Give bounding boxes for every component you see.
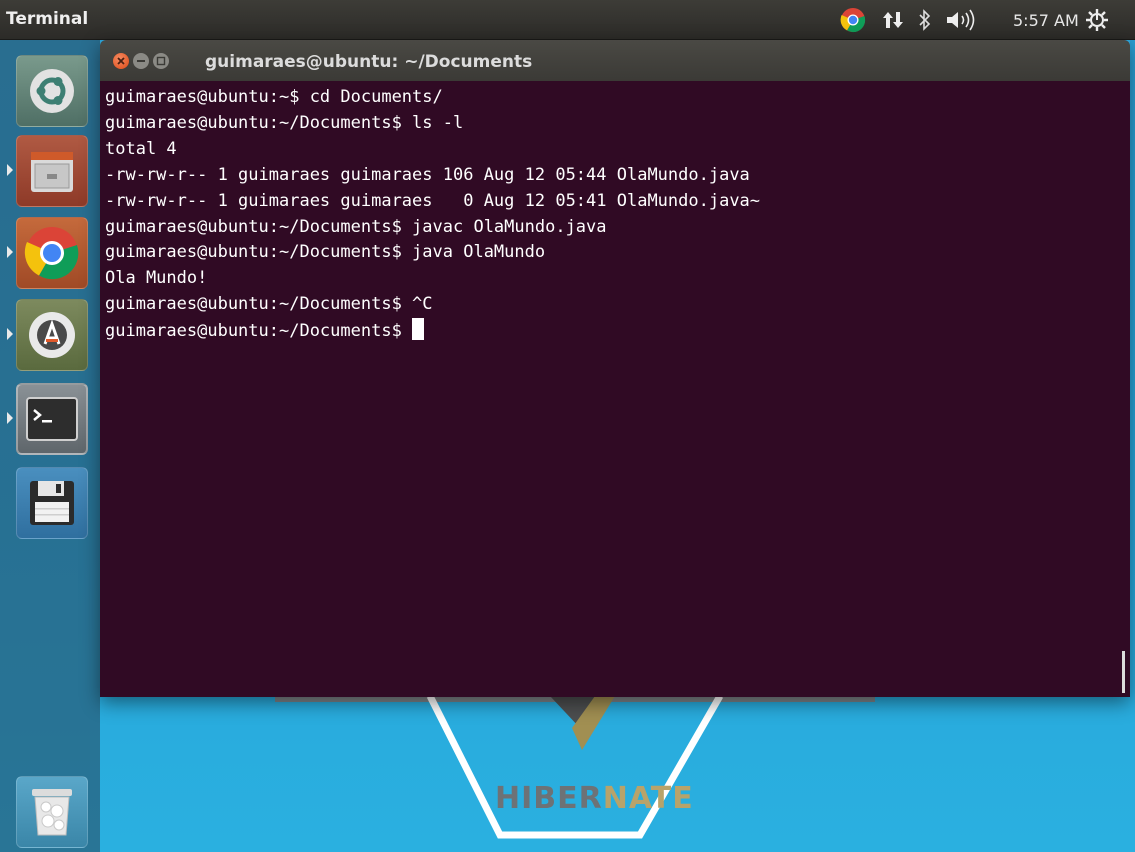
launcher-dash-button[interactable] xyxy=(16,55,88,127)
hibernate-logo-text: HIBERNATE xyxy=(495,781,694,816)
ubuntu-logo-icon xyxy=(30,69,74,113)
terminal-line: guimaraes@ubuntu:~/Documents$ javac OlaM… xyxy=(105,216,607,237)
terminal-prompt: guimaraes@ubuntu:~/Documents$ xyxy=(105,321,413,342)
launcher-trash-button[interactable] xyxy=(16,776,88,848)
terminal-line: -rw-rw-r-- 1 guimaraes guimaraes 0 Aug 1… xyxy=(105,190,761,211)
terminal-scrollbar[interactable] xyxy=(1122,651,1125,693)
chrome-icon[interactable] xyxy=(840,0,866,40)
terminal-line: total 4 xyxy=(105,138,177,159)
terminal-line: guimaraes@ubuntu:~/Documents$ java OlaMu… xyxy=(105,242,546,263)
terminal-window[interactable]: guimaraes@ubuntu: ~/Documents guimaraes@… xyxy=(100,40,1130,697)
chrome-running-indicator xyxy=(7,246,13,258)
top-panel: Terminal 5:57 AM xyxy=(0,0,1135,40)
terminal-line: -rw-rw-r-- 1 guimaraes guimaraes 106 Aug… xyxy=(105,164,750,185)
files-running-indicator xyxy=(7,164,13,176)
terminal-line: guimaraes@ubuntu:~/Documents$ ^C xyxy=(105,294,433,315)
network-icon[interactable] xyxy=(882,0,904,40)
trash-icon xyxy=(32,789,72,836)
terminal-line: guimaraes@ubuntu:~$ cd Documents/ xyxy=(105,87,443,107)
terminal-running-indicator xyxy=(7,412,13,424)
terminal-icon xyxy=(26,397,78,441)
minimize-window-button[interactable] xyxy=(133,53,149,69)
file-cabinet-icon xyxy=(31,152,73,192)
launcher-software-updater-button[interactable] xyxy=(16,299,88,371)
terminal-output-area[interactable]: guimaraes@ubuntu:~$ cd Documents/ guimar… xyxy=(100,81,1130,697)
terminal-cursor xyxy=(412,318,425,341)
terminal-text: guimaraes@ubuntu:~$ cd Documents/ guimar… xyxy=(105,85,760,345)
clock[interactable]: 5:57 AM xyxy=(1013,0,1079,40)
terminal-line: guimaraes@ubuntu:~/Documents$ ls -l xyxy=(105,112,464,133)
volume-icon[interactable] xyxy=(944,0,984,40)
terminal-line: Ola Mundo! xyxy=(105,268,208,289)
launcher xyxy=(0,40,100,852)
launcher-terminal-button[interactable] xyxy=(16,383,88,455)
updater-running-indicator xyxy=(7,328,13,340)
settings-icon[interactable] xyxy=(1085,0,1109,40)
window-title: guimaraes@ubuntu: ~/Documents xyxy=(205,52,533,72)
window-titlebar[interactable]: guimaraes@ubuntu: ~/Documents xyxy=(100,40,1130,81)
launcher-save-button[interactable] xyxy=(16,467,88,539)
software-updater-icon xyxy=(29,312,75,358)
app-title: Terminal xyxy=(6,9,89,29)
close-icon xyxy=(117,57,125,65)
hibernate-logo-art xyxy=(275,694,875,839)
maximize-icon xyxy=(156,56,166,66)
close-window-button[interactable] xyxy=(113,53,129,69)
chromium-icon xyxy=(24,227,79,280)
minimize-icon xyxy=(137,60,145,62)
bluetooth-icon[interactable] xyxy=(918,0,932,40)
maximize-window-button[interactable] xyxy=(153,53,169,69)
launcher-files-button[interactable] xyxy=(16,135,88,207)
floppy-disk-icon xyxy=(30,481,74,525)
launcher-chromium-button[interactable] xyxy=(16,217,88,289)
